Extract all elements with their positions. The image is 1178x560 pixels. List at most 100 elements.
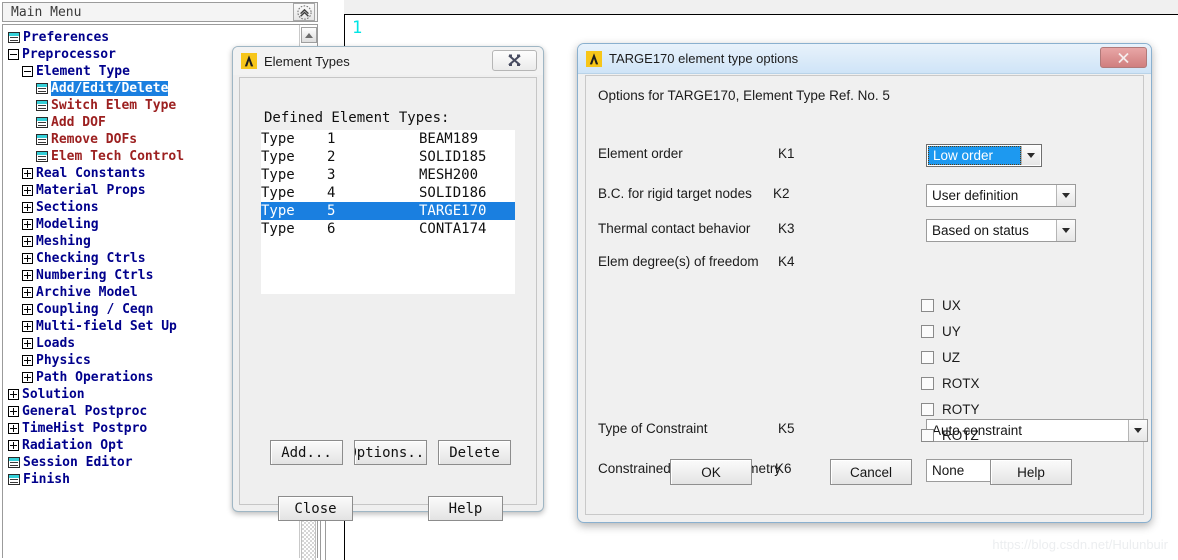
checkbox-box[interactable] [921, 351, 934, 364]
element-type-kind: Type [261, 203, 295, 219]
checkbox-uy[interactable]: UY [921, 324, 961, 339]
checkbox-box[interactable] [921, 299, 934, 312]
tree-item-label: Add DOF [51, 115, 106, 130]
element-type-number: 5 [327, 203, 336, 219]
checkbox-box[interactable] [921, 325, 934, 338]
dropdown-k3[interactable]: Based on status [926, 219, 1076, 242]
targe170-title: TARGE170 element type options [609, 51, 799, 66]
tree-item-label: Finish [23, 472, 70, 487]
element-type-row[interactable]: Type 5 TARGE170 [261, 202, 515, 220]
delete-button[interactable]: Delete [438, 440, 511, 465]
expand-plus-icon[interactable] [22, 202, 33, 213]
collapse-chevrons-icon[interactable] [293, 3, 315, 21]
expand-plus-icon[interactable] [22, 185, 33, 196]
main-menu-title: Main Menu [11, 4, 82, 20]
element-type-row[interactable]: Type 2 SOLID185 [261, 148, 515, 166]
targe170-titlebar[interactable]: TARGE170 element type options [578, 44, 1151, 74]
tree-item-label: Numbering Ctrls [36, 268, 154, 283]
field-label: Thermal contact behavior [598, 221, 751, 236]
tree-item-label: Switch Elem Type [51, 98, 177, 113]
tree-item-label: General Postproc [22, 404, 148, 419]
element-type-row[interactable]: Type 1 BEAM189 [261, 130, 515, 148]
cancel-button[interactable]: Cancel [830, 459, 912, 485]
expand-plus-icon[interactable] [22, 168, 33, 179]
watermark-text: https://blog.csdn.net/Hulunbuir [992, 537, 1168, 552]
checkbox-roty[interactable]: ROTY [921, 402, 980, 417]
expand-plus-icon[interactable] [22, 219, 33, 230]
expand-plus-icon[interactable] [22, 321, 33, 332]
dof-group-label: Elem degree(s) of freedom [598, 254, 759, 269]
tree-item-label: TimeHist Postpro [22, 421, 148, 436]
close-button[interactable]: Close [278, 496, 353, 521]
expand-plus-icon[interactable] [8, 389, 19, 400]
checkbox-label: ROTX [942, 376, 980, 391]
chevron-down-icon[interactable] [1056, 185, 1075, 206]
field-key-k2: K2 [773, 186, 790, 201]
scroll-up-arrow-icon[interactable] [300, 27, 317, 43]
expand-plus-icon[interactable] [8, 440, 19, 451]
expand-plus-icon[interactable] [22, 355, 33, 366]
checkbox-box[interactable] [921, 429, 934, 442]
checkbox-box[interactable] [921, 377, 934, 390]
field-key-k4: K4 [778, 254, 795, 269]
close-x-icon[interactable] [492, 50, 537, 71]
tree-item-label: Elem Tech Control [51, 149, 185, 164]
expand-plus-icon[interactable] [22, 287, 33, 298]
element-types-list[interactable]: Type 1 BEAM189 Type 2 SOLID185 Type 3 MESH200 Typ… [261, 130, 515, 294]
dropdown-k1[interactable]: Low order [926, 144, 1042, 167]
tree-leaf-icon [8, 457, 20, 468]
collapse-minus-icon[interactable] [22, 66, 33, 77]
help-button[interactable]: Help [428, 496, 503, 521]
expand-plus-icon[interactable] [22, 236, 33, 247]
field-key-k5: K5 [778, 421, 795, 436]
options-button[interactable]: Options... [354, 440, 427, 465]
expand-plus-icon[interactable] [22, 372, 33, 383]
ansys-logo-icon [241, 53, 257, 69]
ansys-logo-icon [586, 50, 602, 67]
close-x-icon[interactable] [1100, 47, 1147, 68]
tree-item-label: Coupling / Ceqn [36, 302, 154, 317]
expand-plus-icon[interactable] [22, 338, 33, 349]
element-type-number: 6 [327, 221, 336, 237]
chevron-down-icon[interactable] [1056, 220, 1075, 241]
expand-plus-icon[interactable] [8, 423, 19, 434]
element-types-body: Defined Element Types: Type 1 BEAM189 Type 2… [239, 77, 537, 521]
element-type-row[interactable]: Type 4 SOLID186 [261, 184, 515, 202]
expand-plus-icon[interactable] [22, 304, 33, 315]
tree-item-label: Meshing [36, 234, 91, 249]
add-button[interactable]: Add... [270, 440, 343, 465]
element-type-number: 4 [327, 185, 336, 201]
tree-item-label: Real Constants [36, 166, 146, 181]
field-key-k3: K3 [778, 221, 795, 236]
defined-element-types-label: Defined Element Types: [264, 110, 450, 126]
chevron-down-icon[interactable] [1021, 146, 1040, 165]
element-types-titlebar[interactable]: Element Types [233, 47, 543, 75]
checkbox-rotx[interactable]: ROTX [921, 376, 980, 391]
dropdown-value: User definition [932, 188, 1019, 203]
targe170-options-dialog: TARGE170 element type options Options fo… [577, 43, 1152, 523]
element-type-row[interactable]: Type 3 MESH200 [261, 166, 515, 184]
tree-leaf-icon [8, 32, 20, 43]
checkbox-uz[interactable]: UZ [921, 350, 960, 365]
element-type-name: CONTA174 [419, 221, 487, 237]
tree-item-label: Preprocessor [22, 47, 116, 62]
tree-item-label: Add/Edit/Delete [51, 81, 169, 96]
tree-item-label: Multi-field Set Up [36, 319, 177, 334]
collapse-minus-icon[interactable] [8, 49, 19, 60]
tree-item-preferences[interactable]: Preferences [6, 29, 299, 46]
checkbox-rotz[interactable]: ROTZ [921, 428, 979, 443]
chevron-down-icon[interactable] [1128, 420, 1147, 441]
expand-plus-icon[interactable] [22, 253, 33, 264]
ok-button[interactable]: OK [670, 459, 752, 485]
tree-leaf-icon [36, 117, 48, 128]
help-button[interactable]: Help [990, 459, 1072, 485]
element-type-kind: Type [261, 131, 295, 147]
tree-item-label: Loads [36, 336, 76, 351]
element-type-kind: Type [261, 167, 295, 183]
checkbox-box[interactable] [921, 403, 934, 416]
checkbox-ux[interactable]: UX [921, 298, 961, 313]
dropdown-k2[interactable]: User definition [926, 184, 1076, 207]
expand-plus-icon[interactable] [8, 406, 19, 417]
expand-plus-icon[interactable] [22, 270, 33, 281]
element-type-row[interactable]: Type 6 CONTA174 [261, 220, 515, 238]
